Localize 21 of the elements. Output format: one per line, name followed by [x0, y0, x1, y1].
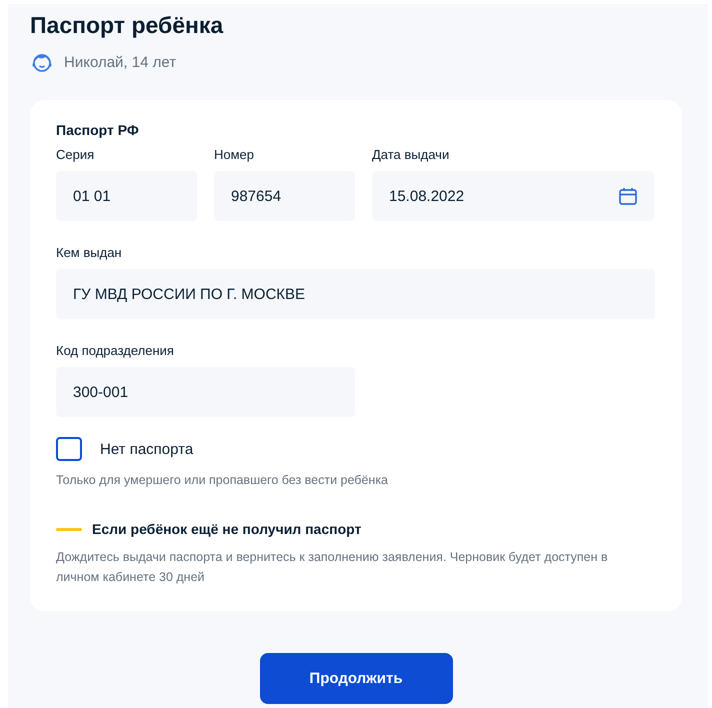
field-label: Код подразделения: [56, 343, 175, 359]
child-name: Николай, 14 лет: [64, 54, 176, 70]
field-label: Дата выдачи: [372, 147, 450, 163]
notice-marker: [56, 528, 82, 530]
checkbox-label[interactable]: Нет паспорта: [100, 440, 194, 458]
input-field[interactable]: 300-001: [56, 367, 355, 417]
input-field[interactable]: 01 01: [56, 171, 197, 221]
checkbox[interactable]: [56, 437, 82, 461]
input-field[interactable]: 987654: [214, 171, 355, 221]
field-label: Кем выдан: [56, 245, 123, 261]
field-label: Номер: [214, 147, 256, 163]
section-heading: Паспорт РФ: [56, 122, 140, 138]
continue-button[interactable]: Продолжить: [260, 653, 452, 704]
checkbox-hint: Только для умершего или пропавшего без вести ребёнка: [56, 473, 390, 487]
input-field[interactable]: ГУ МВД РОССИИ ПО Г. МОСКВЕ: [56, 269, 655, 319]
field-label: Серия: [56, 147, 96, 163]
date-field[interactable]: 15.08.2022: [372, 171, 654, 221]
page-title: Паспорт ребёнка: [30, 11, 224, 40]
calendar-icon[interactable]: [618, 186, 638, 206]
notice-text: Дождитесь выдачи паспорта и вернитесь к заполнению заявления. Черновик будет доступен в личном кабинете 30 дней: [56, 549, 609, 586]
notice-title: Если ребёнок ещё не получил паспорт: [92, 521, 362, 537]
